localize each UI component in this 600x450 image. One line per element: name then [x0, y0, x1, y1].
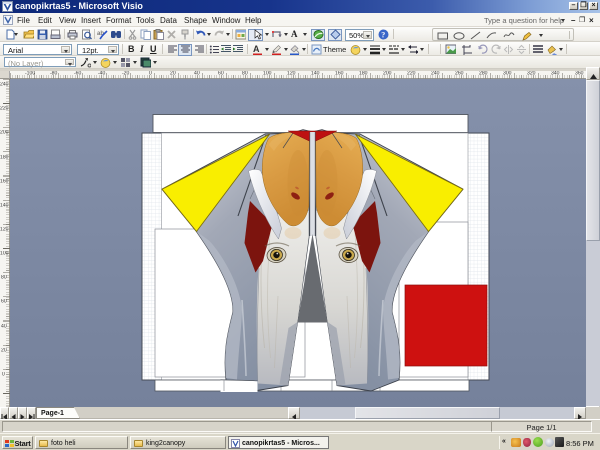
- svg-text:?: ?: [381, 30, 385, 39]
- svg-text:A: A: [253, 44, 260, 54]
